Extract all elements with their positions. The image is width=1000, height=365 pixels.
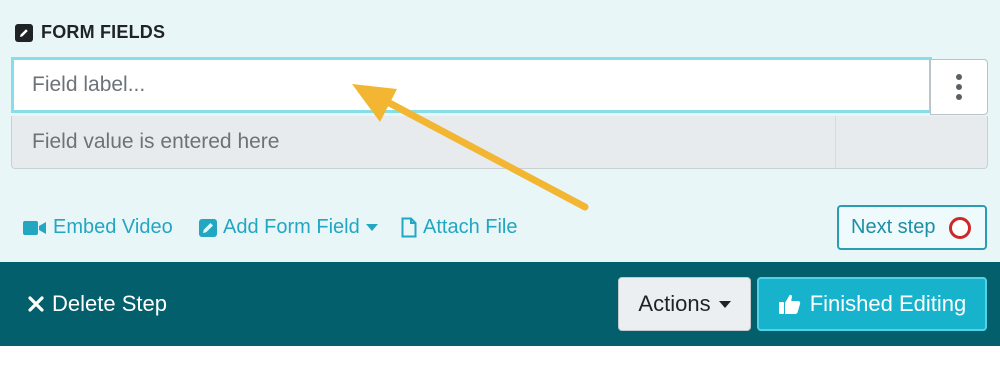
- pencil-square-icon: [199, 218, 217, 237]
- add-form-field-dropdown[interactable]: Add Form Field: [199, 216, 378, 239]
- chevron-down-icon: [365, 224, 378, 231]
- delete-step-button[interactable]: Delete Step: [28, 291, 167, 317]
- field-value-input[interactable]: Field value is entered here: [11, 116, 988, 169]
- pencil-square-icon: [15, 23, 33, 42]
- add-form-field-label: Add Form Field: [223, 216, 360, 238]
- form-fields-header: FORM FIELDS: [15, 22, 165, 43]
- embed-video-link[interactable]: Embed Video: [23, 216, 173, 239]
- embed-video-label: Embed Video: [53, 216, 173, 238]
- delete-step-label: Delete Step: [52, 291, 167, 316]
- actions-label: Actions: [638, 291, 711, 316]
- actions-dropdown-button[interactable]: Actions: [618, 277, 751, 331]
- form-fields-title: FORM FIELDS: [41, 22, 166, 42]
- next-step-label: Next step: [851, 216, 936, 238]
- chevron-down-icon: [718, 300, 731, 308]
- next-step-button[interactable]: Next step: [837, 205, 987, 250]
- value-field-divider: [835, 116, 836, 168]
- attach-file-label: Attach File: [423, 216, 518, 238]
- field-label-input[interactable]: [11, 57, 932, 113]
- finished-editing-label: Finished Editing: [809, 291, 967, 316]
- file-icon: [401, 217, 417, 238]
- status-circle-icon: [949, 216, 972, 239]
- step-editor-card: FORM FIELDS Field value is entered here …: [0, 0, 1000, 346]
- close-icon: [28, 296, 44, 312]
- field-value-placeholder: Field value is entered here: [32, 130, 280, 153]
- finished-editing-button[interactable]: Finished Editing: [757, 277, 987, 331]
- attach-file-link[interactable]: Attach File: [401, 216, 517, 239]
- field-options-button[interactable]: [930, 59, 988, 115]
- kebab-menu-icon: [956, 74, 962, 80]
- video-camera-icon: [23, 220, 46, 235]
- step-footer-bar: Delete Step Actions Finished Editing: [0, 262, 1000, 346]
- thumbs-up-icon: [778, 294, 800, 314]
